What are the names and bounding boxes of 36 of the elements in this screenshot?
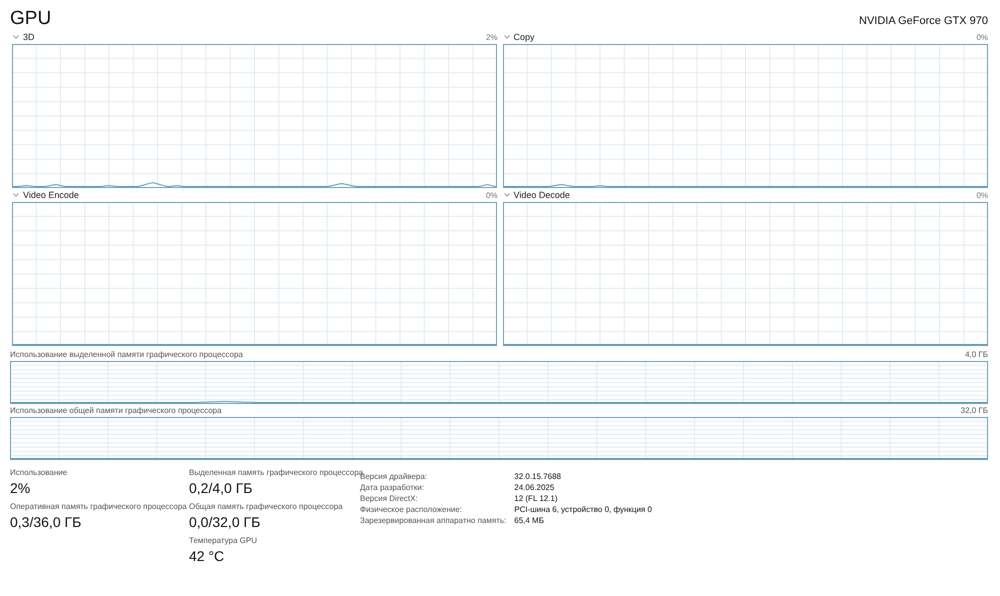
- graph-reading: 2%: [486, 32, 498, 42]
- graph-label: Copy: [514, 32, 535, 42]
- stat-value: 0,2/4,0 ГБ: [189, 480, 254, 498]
- stat-label: Общая память графического процессора: [189, 502, 344, 513]
- property-value: PCI-шина 6, устройство 0, функция 0: [514, 505, 652, 516]
- stat-value: 0,0/32,0 ГБ: [189, 514, 262, 532]
- chevron-down-icon[interactable]: [504, 35, 510, 39]
- graph-label: Использование выделенной памяти графического процессора: [10, 350, 243, 359]
- property-value: 12 (FL 12.1): [514, 494, 559, 505]
- stat-value: 0,3/36,0 ГБ: [10, 514, 82, 532]
- graph-reading: 0%: [976, 32, 988, 42]
- page-title: GPU: [10, 8, 52, 30]
- graph-label: Video Encode: [23, 190, 79, 200]
- property-label: Зарезервированная аппаратно память:: [360, 516, 506, 527]
- graph-label: Использование общей памяти графического процессора: [10, 406, 222, 415]
- property-value: 24.06.2025: [514, 483, 556, 494]
- stat-value: 2%: [10, 480, 32, 498]
- property-label: Версия DirectX:: [360, 494, 419, 505]
- graph-reading: 0%: [486, 190, 498, 200]
- adapter-name: NVIDIA GeForce GTX 970: [859, 15, 988, 27]
- chevron-down-icon[interactable]: [504, 193, 510, 197]
- graph-reading: 4,0 ГБ: [965, 350, 988, 359]
- graph-reading: 32,0 ГБ: [960, 406, 988, 415]
- property-label: Физическое расположение:: [360, 505, 463, 516]
- graph-label: Video Decode: [514, 190, 570, 200]
- stat-label: Использование: [10, 468, 68, 479]
- property-value: 32.0.15.7688: [514, 472, 562, 483]
- chevron-down-icon[interactable]: [13, 193, 19, 197]
- graph-label: 3D: [23, 32, 35, 42]
- property-label: Дата разработки:: [360, 483, 426, 494]
- chevron-down-icon[interactable]: [13, 35, 19, 39]
- stat-label: Температура GPU: [189, 536, 258, 547]
- stat-label: Оперативная память графического процессора: [10, 502, 188, 513]
- property-value: 65,4 МБ: [514, 516, 545, 527]
- graph-reading: 0%: [976, 190, 988, 200]
- stat-value: 42 °C: [189, 548, 226, 566]
